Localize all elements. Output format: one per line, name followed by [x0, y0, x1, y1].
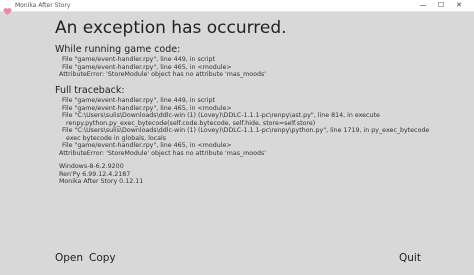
traceback-line: File "C:\Users\sulis\Downloads\ddlc-win … [62, 112, 380, 119]
title-bar: Monika After Story — ☐ ✕ [0, 0, 474, 16]
window-title: Monika After Story [15, 2, 71, 9]
traceback-error: AttributeError: 'StoreModule' object has… [59, 149, 267, 157]
traceback-line: File "game/event-handler.rpy", line 449,… [62, 97, 215, 104]
game-code-error: AttributeError: 'StoreModule' object has… [59, 71, 267, 78]
copy-button[interactable]: Copy [89, 251, 116, 265]
game-code-title: While running game code: [55, 44, 181, 55]
game-code-line: File "game/event-handler.rpy", line 465,… [62, 63, 232, 71]
traceback-line: exec bytecode in globals, locals [66, 134, 167, 142]
system-info-line: Ren'Py 6.99.12.4.2187 [59, 170, 131, 178]
traceback-line: File "C:\Users\sulis\Downloads\ddlc-win … [62, 127, 430, 134]
traceback-line: File "game/event-handler.rpy", line 465,… [62, 104, 232, 112]
heart-icon [3, 1, 12, 16]
system-info-line: Monika After Story 0.12.11 [59, 178, 144, 185]
exception-heading: An exception has occurred. [55, 18, 287, 38]
close-button[interactable]: ✕ [450, 0, 468, 11]
traceback-line: File "game/event-handler.rpy", line 465,… [62, 142, 232, 149]
open-button[interactable]: Open [55, 251, 83, 265]
traceback-title: Full traceback: [55, 85, 125, 96]
minimize-button[interactable]: — [414, 0, 432, 11]
game-code-line: File "game/event-handler.rpy", line 449,… [62, 56, 215, 63]
traceback-line: renpy.python.py_exec_bytecode(self.code.… [66, 119, 316, 127]
quit-button[interactable]: Quit [399, 251, 421, 265]
maximize-button[interactable]: ☐ [432, 0, 450, 11]
system-info-line: Windows-8-6.2.9200 [59, 163, 124, 170]
